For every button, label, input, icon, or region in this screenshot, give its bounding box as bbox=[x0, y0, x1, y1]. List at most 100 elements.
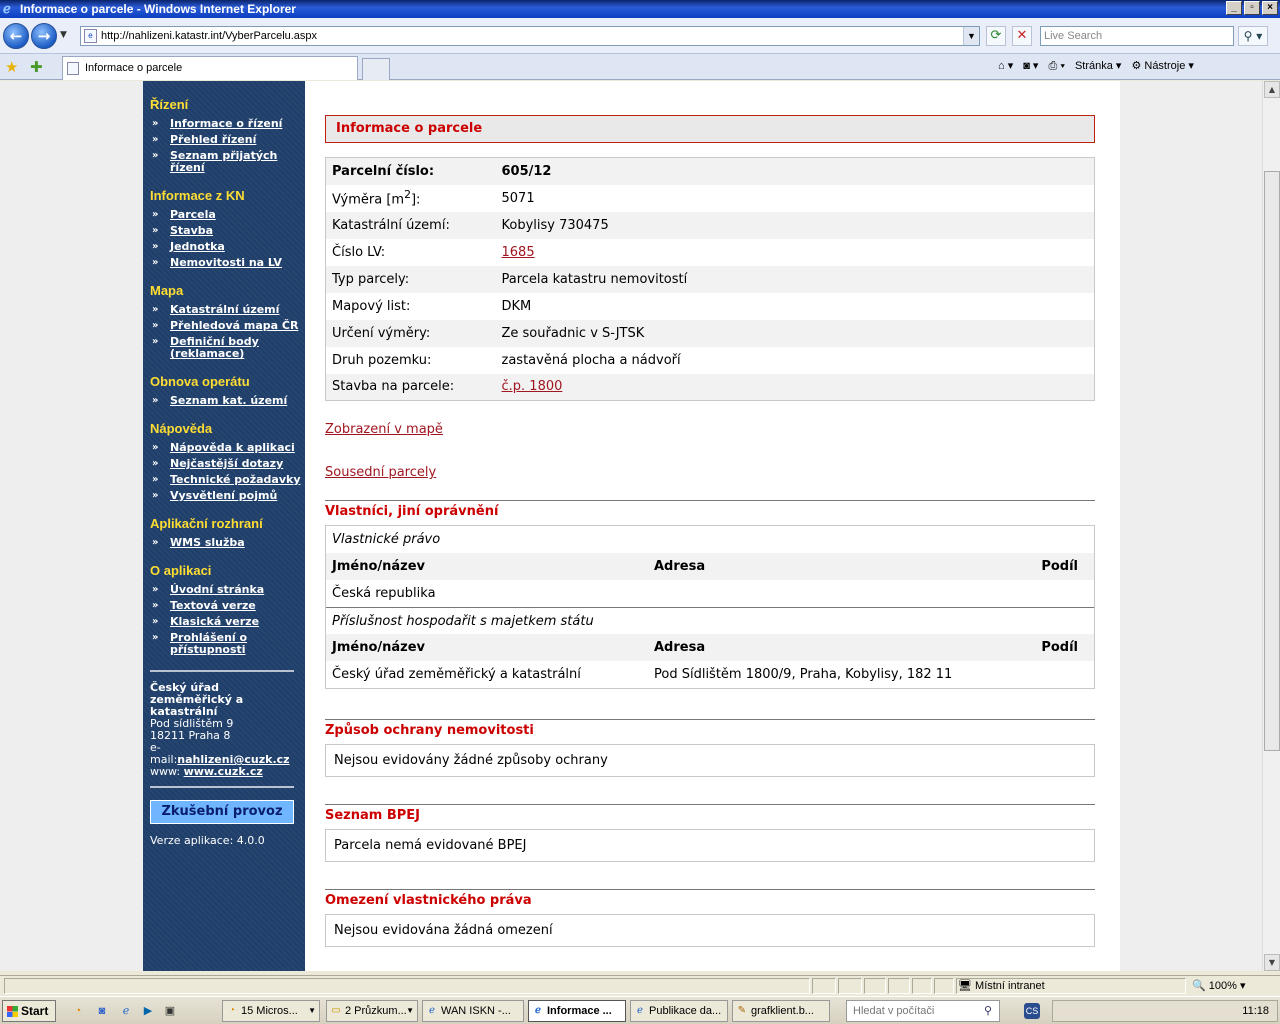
sidebar-item[interactable]: » Prohlášení o přístupnosti bbox=[150, 632, 305, 656]
sidebar-item[interactable]: » Nejčastější dotazy bbox=[150, 458, 305, 470]
maximize-button[interactable]: ▫ bbox=[1244, 1, 1260, 15]
home-icon[interactable]: ⌂ ▾ bbox=[998, 58, 1013, 74]
sidebar-item[interactable]: » Stavba bbox=[150, 225, 305, 237]
property-row: Katastrální území: Kobylisy 730475 bbox=[325, 211, 1095, 239]
zoom-level[interactable]: 🔍 100% ▾ bbox=[1192, 979, 1245, 993]
tab-informace-o-parcele[interactable]: Informace o parcele bbox=[62, 56, 358, 80]
neighbor-parcels-link[interactable]: Sousední parcely bbox=[325, 465, 436, 480]
scroll-thumb[interactable] bbox=[1264, 171, 1280, 751]
task-label: Informace ... bbox=[547, 1005, 612, 1017]
sidebar-item[interactable]: » Parcela bbox=[150, 209, 305, 221]
property-value-link[interactable]: 1685 bbox=[502, 245, 535, 260]
sidebar-item-link[interactable]: Klasická verze bbox=[170, 615, 259, 628]
sidebar-item[interactable]: » Přehled řízení bbox=[150, 134, 305, 146]
sidebar-item[interactable]: » Seznam kat. území bbox=[150, 395, 305, 407]
bullet-icon: » bbox=[152, 320, 159, 331]
close-button[interactable]: × bbox=[1262, 1, 1278, 15]
sidebar-item[interactable]: » Nápověda k aplikaci bbox=[150, 442, 305, 454]
sidebar-item-link[interactable]: Stavba bbox=[170, 224, 213, 237]
sidebar-heading: Obnova operátu bbox=[150, 374, 250, 389]
sidebar-item[interactable]: » Technické požadavky bbox=[150, 474, 305, 486]
scroll-down-icon[interactable]: ▼ bbox=[1264, 954, 1280, 971]
back-button[interactable]: ← bbox=[3, 23, 29, 49]
sidebar-item[interactable]: » Definiční body (reklamace) bbox=[150, 336, 305, 360]
refresh-button[interactable]: ⟳ bbox=[986, 26, 1006, 46]
address-bar[interactable]: e http://nahlizeni.katastr.int/VyberParc… bbox=[80, 26, 980, 46]
vertical-scrollbar[interactable]: ▲ ▼ bbox=[1262, 81, 1280, 971]
sidebar-item-link[interactable]: Nejčastější dotazy bbox=[170, 457, 283, 470]
sidebar-item-link[interactable]: Textová verze bbox=[170, 599, 256, 612]
sidebar-item-link[interactable]: WMS služba bbox=[170, 536, 245, 549]
sidebar-item-link[interactable]: Parcela bbox=[170, 208, 216, 221]
contact-city: 18211 Praha 8 bbox=[150, 729, 231, 742]
sidebar-item[interactable]: » Informace o řízení bbox=[150, 118, 305, 130]
desktop-search-icon[interactable]: ⚲ bbox=[980, 1003, 996, 1019]
scroll-up-icon[interactable]: ▲ bbox=[1264, 81, 1280, 98]
new-tab-button[interactable] bbox=[362, 58, 390, 80]
address-dropdown-icon[interactable]: ▼ bbox=[963, 27, 979, 45]
sidebar-item-link[interactable]: Nemovitosti na LV bbox=[170, 256, 282, 269]
favorites-star-icon[interactable]: ★ bbox=[5, 58, 18, 76]
map-view-link[interactable]: Zobrazení v mapě bbox=[325, 422, 443, 437]
taskbar-task[interactable]: ✎ grafklient.b... bbox=[732, 1000, 830, 1022]
search-input[interactable]: Live Search bbox=[1040, 26, 1234, 46]
quicklaunch-desktop-icon[interactable]: ▣ bbox=[162, 1003, 178, 1019]
sidebar-item-link[interactable]: Nápověda k aplikaci bbox=[170, 441, 295, 454]
sidebar-item[interactable]: » Nemovitosti na LV bbox=[150, 257, 305, 269]
sidebar-item-link[interactable]: Seznam přijatých řízení bbox=[170, 149, 277, 174]
contact-www-link[interactable]: www.cuzk.cz bbox=[184, 765, 263, 778]
print-icon[interactable]: ⎙ ▾ bbox=[1048, 58, 1064, 74]
search-button[interactable]: ⚲ ▾ bbox=[1238, 26, 1268, 46]
taskbar-task[interactable]: ℯ Publikace da... bbox=[630, 1000, 728, 1022]
sidebar: Řízení » Informace o řízení » Přehled řízení… bbox=[143, 81, 305, 971]
quicklaunch-media-icon[interactable]: ▶ bbox=[140, 1003, 156, 1019]
quicklaunch-app-icon[interactable]: ◙ bbox=[94, 1003, 110, 1019]
tools-menu[interactable]: ⚙ Nástroje ▾ bbox=[1131, 58, 1193, 74]
add-favorite-icon[interactable]: ✚ bbox=[30, 58, 43, 76]
taskbar-task[interactable]: ▭ 2 Průzkum... ▼ bbox=[326, 1000, 418, 1022]
test-mode-badge[interactable]: Zkušební provoz bbox=[150, 800, 294, 824]
feeds-icon[interactable]: ◙ ▾ bbox=[1023, 58, 1038, 74]
sidebar-item[interactable]: » Klasická verze bbox=[150, 616, 305, 628]
desktop-search-input[interactable]: Hledat v počítači bbox=[846, 1000, 1000, 1022]
sidebar-item-link[interactable]: Přehled řízení bbox=[170, 133, 256, 146]
sidebar-item-link[interactable]: Vysvětlení pojmů bbox=[170, 489, 277, 502]
property-value: DKM bbox=[501, 298, 532, 314]
sidebar-item-link[interactable]: Přehledová mapa ČR bbox=[170, 319, 298, 332]
quicklaunch-outlook-icon[interactable]: ◔ bbox=[70, 1003, 86, 1019]
taskbar-task[interactable]: ◔ 15 Micros... ▼ bbox=[222, 1000, 320, 1022]
sidebar-item-link[interactable]: Technické požadavky bbox=[170, 473, 301, 486]
property-value-cell[interactable]: č.p. 1800 bbox=[495, 373, 1095, 401]
chevron-down-icon: ▼ bbox=[406, 1006, 414, 1015]
taskbar-task[interactable]: ℯ Informace ... bbox=[528, 1000, 626, 1022]
sidebar-item-link[interactable]: Úvodní stránka bbox=[170, 583, 264, 596]
page-menu[interactable]: Stránka ▾ bbox=[1075, 58, 1122, 74]
sidebar-item-link[interactable]: Katastrální území bbox=[170, 303, 279, 316]
owner-right-type: Vlastnické právo bbox=[332, 532, 441, 547]
property-value-link[interactable]: č.p. 1800 bbox=[502, 379, 563, 394]
sidebar-item[interactable]: » Seznam přijatých řízení bbox=[150, 150, 305, 174]
sidebar-item[interactable]: » Přehledová mapa ČR bbox=[150, 320, 305, 332]
start-button[interactable]: Start bbox=[2, 1000, 56, 1022]
sidebar-item-link[interactable]: Jednotka bbox=[170, 240, 225, 253]
taskbar-task[interactable]: ℯ WAN ISKN -... bbox=[422, 1000, 524, 1022]
sidebar-item[interactable]: » Katastrální území bbox=[150, 304, 305, 316]
sidebar-item-link[interactable]: Informace o řízení bbox=[170, 117, 282, 130]
task-app-icon: ℯ bbox=[535, 1005, 541, 1016]
sidebar-item-link[interactable]: Definiční body (reklamace) bbox=[170, 335, 259, 360]
quicklaunch-ie-icon[interactable]: ℯ bbox=[118, 1003, 134, 1019]
sidebar-item[interactable]: » WMS služba bbox=[150, 537, 305, 549]
forward-button[interactable]: → bbox=[31, 23, 57, 49]
sidebar-item[interactable]: » Jednotka bbox=[150, 241, 305, 253]
stop-button[interactable]: ✕ bbox=[1012, 26, 1032, 46]
sidebar-item[interactable]: » Úvodní stránka bbox=[150, 584, 305, 596]
property-value-cell[interactable]: 1685 bbox=[496, 239, 1095, 266]
sidebar-item-link[interactable]: Seznam kat. území bbox=[170, 394, 287, 407]
minimize-button[interactable]: _ bbox=[1226, 1, 1242, 15]
sidebar-item-link[interactable]: Prohlášení o přístupnosti bbox=[170, 631, 247, 656]
sidebar-item[interactable]: » Textová verze bbox=[150, 600, 305, 612]
header-address: Adresa bbox=[654, 640, 706, 655]
sidebar-item[interactable]: » Vysvětlení pojmů bbox=[150, 490, 305, 502]
language-indicator[interactable]: CS bbox=[1024, 1003, 1040, 1019]
history-dropdown-icon[interactable]: ▼ bbox=[60, 30, 67, 40]
